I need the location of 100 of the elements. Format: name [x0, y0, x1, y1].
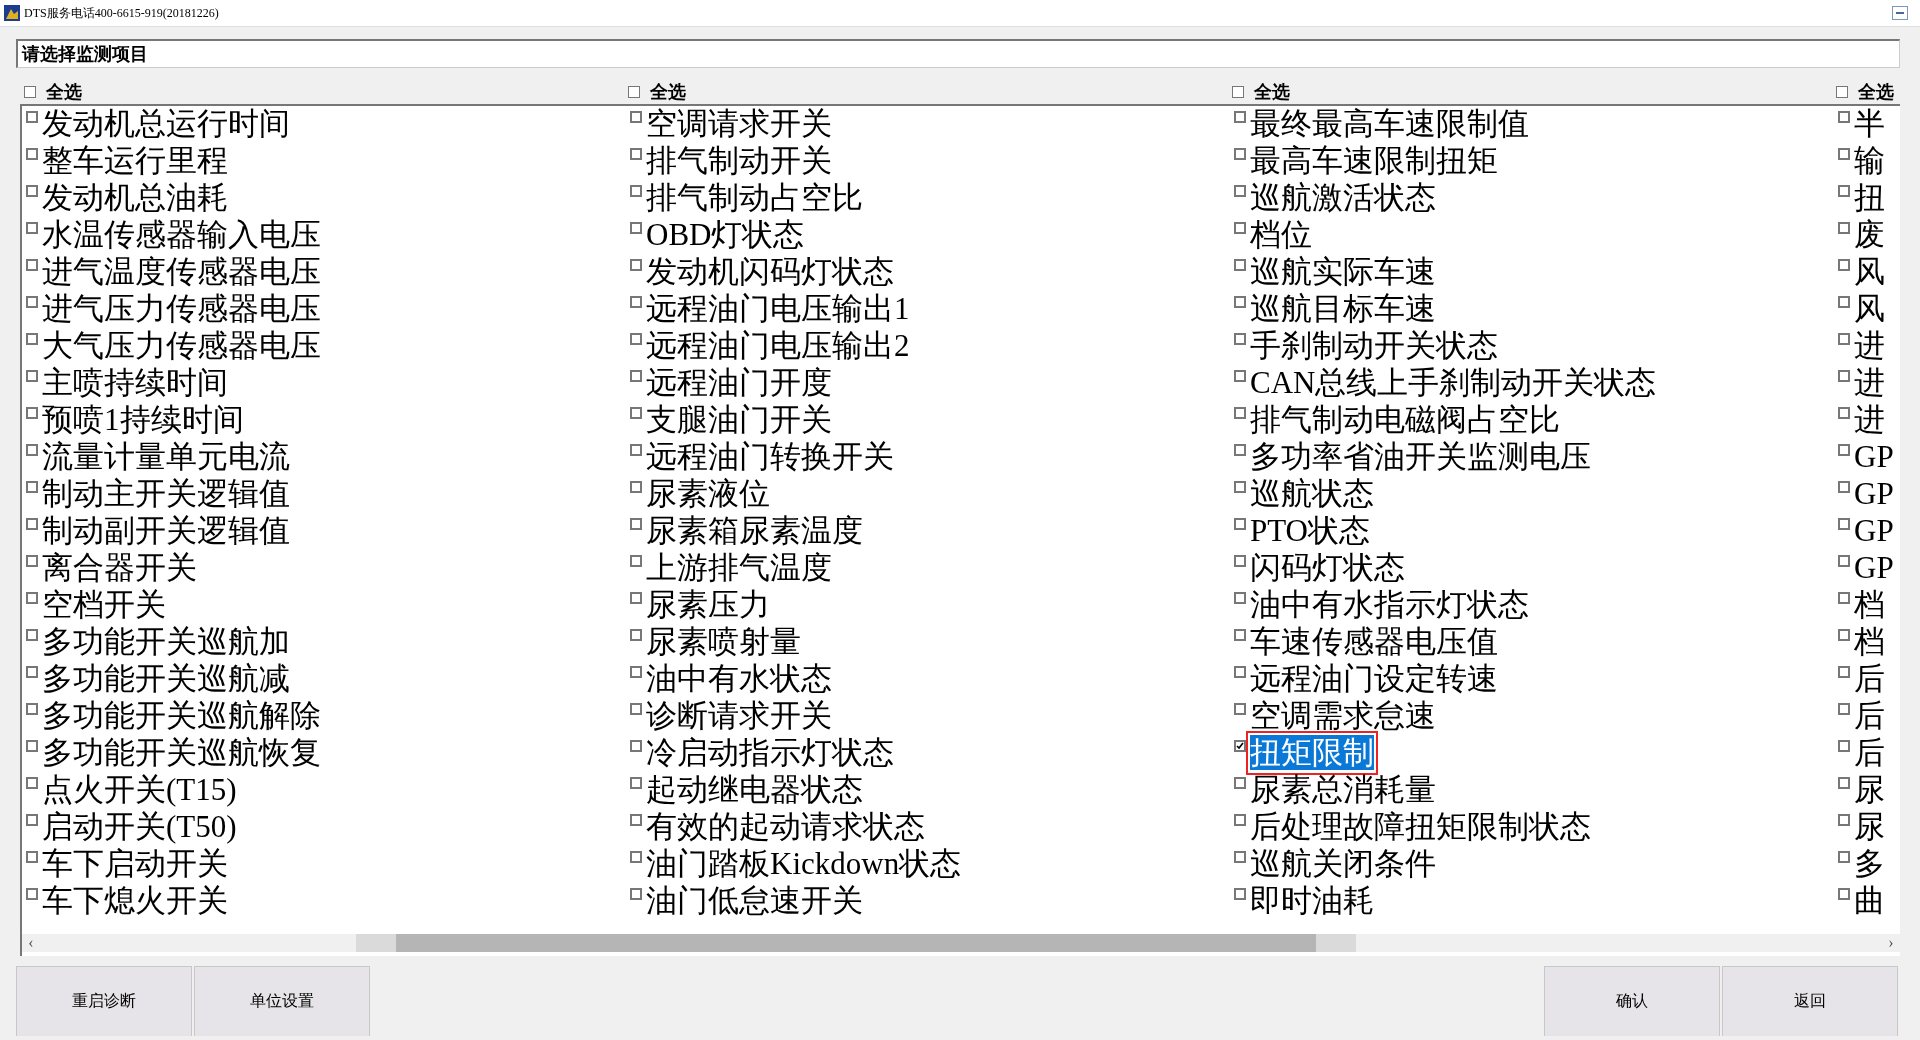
item-checkbox[interactable] — [26, 185, 38, 197]
item-label[interactable]: 档 — [1854, 624, 1885, 659]
item-label[interactable]: 手刹制动开关状态 — [1250, 328, 1498, 363]
item-label[interactable]: 进 — [1854, 365, 1885, 400]
item-checkbox[interactable] — [1234, 629, 1246, 641]
item-checkbox[interactable] — [1838, 703, 1850, 715]
item-label[interactable]: 发动机总运行时间 — [42, 106, 290, 141]
item-label[interactable]: GP — [1854, 513, 1894, 548]
item-label[interactable]: 多功能开关巡航解除 — [42, 698, 321, 733]
item-checkbox[interactable] — [26, 703, 38, 715]
item-checkbox[interactable] — [1838, 148, 1850, 160]
item-checkbox[interactable] — [1234, 296, 1246, 308]
select-all-label[interactable]: 全选 — [46, 80, 82, 104]
item-checkbox[interactable] — [1838, 814, 1850, 826]
item-label[interactable]: 最终最高车速限制值 — [1250, 106, 1529, 141]
item-label[interactable]: 支腿油门开关 — [646, 402, 832, 437]
item-checkbox[interactable] — [630, 851, 642, 863]
item-label[interactable]: 预喷1持续时间 — [42, 402, 244, 437]
item-label[interactable]: 尿 — [1854, 772, 1885, 807]
action-button[interactable]: 返回 — [1722, 966, 1898, 1036]
item-checkbox[interactable] — [1234, 407, 1246, 419]
scrollbar-thumb[interactable] — [356, 934, 1356, 952]
scroll-right-button[interactable]: › — [1882, 934, 1900, 952]
item-label[interactable]: 废 — [1854, 217, 1885, 252]
item-checkbox[interactable] — [26, 333, 38, 345]
item-label[interactable]: 后 — [1854, 735, 1885, 770]
item-label[interactable]: 流量计量单元电流 — [42, 439, 290, 474]
item-label[interactable]: 启动开关(T50) — [42, 809, 237, 844]
item-checkbox[interactable] — [1234, 703, 1246, 715]
item-checkbox[interactable] — [26, 740, 38, 752]
item-checkbox[interactable] — [630, 666, 642, 678]
item-label[interactable]: 闪码灯状态 — [1250, 550, 1405, 585]
item-label[interactable]: 巡航状态 — [1250, 476, 1374, 511]
item-checkbox[interactable] — [1234, 518, 1246, 530]
select-all-checkbox[interactable] — [1836, 86, 1848, 98]
item-checkbox[interactable] — [630, 518, 642, 530]
item-label[interactable]: 空调请求开关 — [646, 106, 832, 141]
item-checkbox[interactable] — [630, 814, 642, 826]
item-label[interactable]: 半 — [1854, 106, 1885, 141]
item-label[interactable]: 多功能开关巡航减 — [42, 661, 290, 696]
scroll-left-button[interactable]: ‹ — [22, 934, 40, 952]
item-label[interactable]: GP — [1854, 550, 1894, 585]
item-label[interactable]: 空档开关 — [42, 587, 166, 622]
item-checkbox[interactable] — [1234, 666, 1246, 678]
item-checkbox[interactable] — [630, 740, 642, 752]
item-checkbox[interactable] — [1234, 592, 1246, 604]
item-checkbox[interactable] — [1234, 259, 1246, 271]
item-label[interactable]: 排气制动开关 — [646, 143, 832, 178]
item-label[interactable]: 尿素总消耗量 — [1250, 772, 1436, 807]
item-label[interactable]: 有效的起动请求状态 — [646, 809, 925, 844]
item-checkbox[interactable] — [1234, 185, 1246, 197]
item-label[interactable]: 车下启动开关 — [42, 846, 228, 881]
item-checkbox[interactable] — [1234, 481, 1246, 493]
item-checkbox[interactable] — [1838, 296, 1850, 308]
item-checkbox[interactable] — [1838, 518, 1850, 530]
item-label[interactable]: 远程油门电压输出1 — [646, 291, 910, 326]
item-label[interactable]: 制动副开关逻辑值 — [42, 513, 290, 548]
item-checkbox[interactable] — [1234, 740, 1246, 752]
item-label[interactable]: 尿 — [1854, 809, 1885, 844]
item-label[interactable]: 油门低怠速开关 — [646, 883, 863, 918]
item-checkbox[interactable] — [26, 259, 38, 271]
action-button[interactable]: 重启诊断 — [16, 966, 192, 1036]
item-label[interactable]: 风 — [1854, 291, 1885, 326]
item-checkbox[interactable] — [630, 259, 642, 271]
item-checkbox[interactable] — [630, 592, 642, 604]
item-checkbox[interactable] — [630, 296, 642, 308]
item-label[interactable]: PTO状态 — [1250, 513, 1370, 548]
item-checkbox[interactable] — [26, 407, 38, 419]
item-label[interactable]: 发动机闪码灯状态 — [646, 254, 894, 289]
item-checkbox[interactable] — [630, 703, 642, 715]
item-label[interactable]: 进 — [1854, 402, 1885, 437]
item-label[interactable]: 整车运行里程 — [42, 143, 228, 178]
item-checkbox[interactable] — [1838, 777, 1850, 789]
item-label[interactable]: 油中有水指示灯状态 — [1250, 587, 1529, 622]
item-label[interactable]: 多 — [1854, 846, 1885, 881]
item-label[interactable]: CAN总线上手刹制动开关状态 — [1250, 365, 1657, 400]
item-checkbox[interactable] — [630, 777, 642, 789]
item-checkbox[interactable] — [26, 814, 38, 826]
item-checkbox[interactable] — [630, 481, 642, 493]
item-checkbox[interactable] — [1234, 555, 1246, 567]
item-checkbox[interactable] — [1838, 740, 1850, 752]
item-checkbox[interactable] — [1838, 333, 1850, 345]
item-label[interactable]: OBD灯状态 — [646, 217, 805, 252]
item-checkbox[interactable] — [630, 629, 642, 641]
item-label[interactable]: 大气压力传感器电压 — [42, 328, 321, 363]
select-all-label[interactable]: 全选 — [1858, 80, 1894, 104]
item-label[interactable]: 远程油门转换开关 — [646, 439, 894, 474]
item-checkbox[interactable] — [26, 629, 38, 641]
item-checkbox[interactable] — [630, 185, 642, 197]
item-label[interactable]: 车速传感器电压值 — [1250, 624, 1498, 659]
item-label[interactable]: 离合器开关 — [42, 550, 197, 585]
item-label[interactable]: 点火开关(T15) — [42, 772, 237, 807]
item-label[interactable]: 巡航目标车速 — [1250, 291, 1436, 326]
item-checkbox[interactable] — [1838, 407, 1850, 419]
item-label[interactable]: 档位 — [1250, 217, 1312, 252]
item-label[interactable]: 制动主开关逻辑值 — [42, 476, 290, 511]
select-all-label[interactable]: 全选 — [1254, 80, 1290, 104]
item-checkbox[interactable] — [1838, 222, 1850, 234]
item-label[interactable]: 油中有水状态 — [646, 661, 832, 696]
item-checkbox[interactable] — [630, 444, 642, 456]
